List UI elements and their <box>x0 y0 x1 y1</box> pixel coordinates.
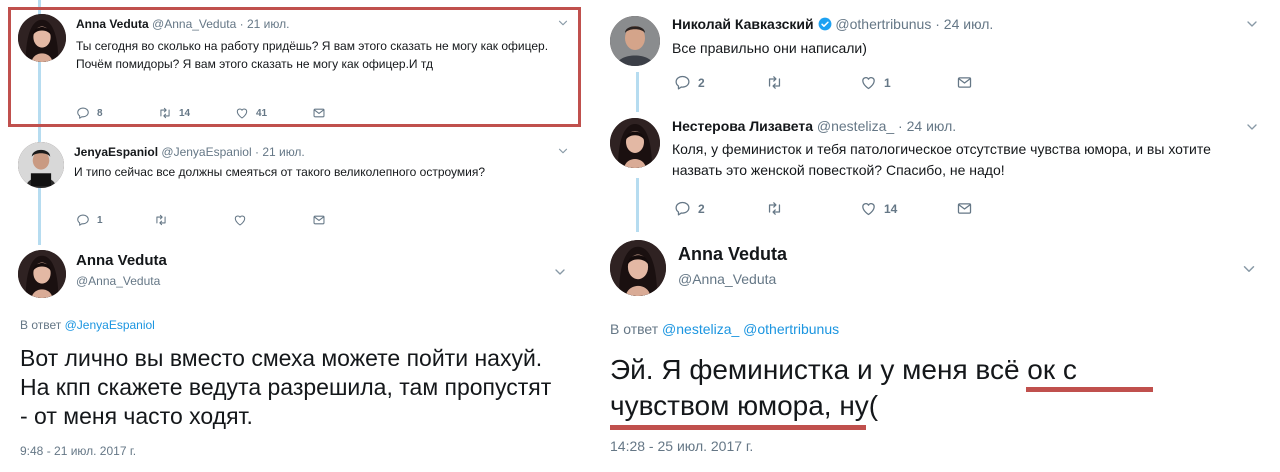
author-name[interactable]: Anna Veduta <box>76 252 167 269</box>
avatar[interactable] <box>610 16 660 66</box>
tweet-text: Все правильно они написали) <box>672 40 867 56</box>
tweet-timestamp[interactable]: 9:48 - 21 июл. 2017 г. <box>20 444 136 458</box>
author-handle[interactable]: @Anna_Veduta <box>76 274 160 288</box>
tweet-time[interactable]: 24 июл. <box>907 118 957 134</box>
avatar-image <box>18 250 66 298</box>
like-icon <box>860 200 877 217</box>
right-screenshot-panel: Николай Кавказский @othertribunus · 24 и… <box>592 0 1280 472</box>
like-icon <box>860 74 877 91</box>
retweet-icon <box>766 74 783 91</box>
main-tweet-anna-veduta: Anna Veduta @Anna_Veduta В ответ @JenyaE… <box>0 240 585 472</box>
red-underline <box>610 425 866 430</box>
like-button[interactable]: 14 <box>860 200 897 217</box>
left-screenshot-panel: Anna Veduta @Anna_Veduta · 21 июл. Ты се… <box>0 0 585 472</box>
retweet-button[interactable] <box>154 213 168 227</box>
tweet-nikolai-kavkazsky[interactable]: Николай Кавказский @othertribunus · 24 и… <box>592 0 1280 108</box>
tweet-header: JenyaEspaniol @JenyaEspaniol · 21 июл. <box>74 145 305 159</box>
author-name[interactable]: Нестерова Лизавета <box>672 118 813 134</box>
chevron-down-icon[interactable] <box>552 264 568 280</box>
tweet-timestamp[interactable]: 14:28 - 25 июл. 2017 г. <box>610 438 753 454</box>
red-underline <box>1026 387 1153 392</box>
dm-button[interactable] <box>956 200 973 217</box>
tweet-text: Коля, у феминисток и тебя патологическое… <box>672 141 1211 178</box>
avatar[interactable] <box>18 250 66 298</box>
dm-icon <box>312 213 326 227</box>
tweet-text-line-2: чувством юмора, ну( <box>610 390 879 421</box>
tweet-jenyaespaniol[interactable]: JenyaEspaniol @JenyaEspaniol · 21 июл. И… <box>0 130 585 240</box>
tweet-text-line-1: Эй. Я феминистка и у меня всё ок с <box>610 354 1077 385</box>
avatar-image <box>610 240 666 296</box>
main-tweet-anna-veduta: Anna Veduta @Anna_Veduta В ответ @nestel… <box>592 232 1280 472</box>
chevron-down-icon[interactable] <box>1244 16 1260 32</box>
dm-icon <box>956 200 973 217</box>
avatar[interactable] <box>610 118 660 168</box>
like-count: 1 <box>884 75 891 90</box>
avatar[interactable] <box>18 142 64 188</box>
reply-icon <box>674 74 691 91</box>
author-name[interactable]: Anna Veduta <box>678 244 787 265</box>
separator-dot: · <box>254 145 259 159</box>
like-icon <box>233 213 247 227</box>
retweet-button[interactable] <box>766 200 783 217</box>
reply-icon <box>674 200 691 217</box>
dm-button[interactable] <box>956 74 973 91</box>
tweet-text: И типо сейчас все должны смеяться от так… <box>74 165 486 179</box>
reply-button[interactable]: 2 <box>674 74 705 91</box>
tweet-time[interactable]: 24 июл. <box>944 16 994 32</box>
reply-count: 2 <box>698 201 705 216</box>
like-button[interactable] <box>233 213 247 227</box>
like-button[interactable]: 1 <box>860 74 891 91</box>
reply-to-line: В ответ @JenyaEspaniol <box>20 318 155 332</box>
tweet-text: Вот лично вы вместо смеха можете пойти н… <box>20 345 552 429</box>
author-handle[interactable]: @othertribunus <box>835 16 931 32</box>
author-handle[interactable]: @nesteliza_ <box>817 118 894 134</box>
author-name[interactable]: Николай Кавказский <box>672 16 814 32</box>
avatar-image <box>610 118 660 168</box>
author-name[interactable]: JenyaEspaniol <box>74 145 158 159</box>
avatar-image <box>610 16 660 66</box>
avatar[interactable] <box>610 240 666 296</box>
tweet-nesterova-lizaveta[interactable]: Нестерова Лизавета @nesteliza_ · 24 июл.… <box>592 108 1280 232</box>
avatar-image <box>18 142 64 188</box>
author-handle[interactable]: @Anna_Veduta <box>678 271 776 287</box>
chevron-down-icon[interactable] <box>1244 119 1260 135</box>
tweet-header: Николай Кавказский @othertribunus · 24 и… <box>672 16 993 32</box>
like-count: 14 <box>884 201 898 216</box>
reply-to-link[interactable]: @JenyaEspaniol <box>65 318 155 332</box>
dm-button[interactable] <box>312 213 326 227</box>
reply-prefix: В ответ <box>20 318 62 332</box>
reply-prefix: В ответ <box>610 321 659 337</box>
reply-to-link[interactable]: @nesteliza_ @othertribunus <box>662 321 839 337</box>
reply-button[interactable]: 1 <box>76 213 103 227</box>
reply-count: 1 <box>97 214 103 226</box>
separator-dot: · <box>935 16 940 32</box>
separator-dot: · <box>898 118 903 134</box>
reply-button[interactable]: 2 <box>674 200 705 217</box>
reply-icon <box>76 213 90 227</box>
author-handle[interactable]: @JenyaEspaniol <box>161 145 251 159</box>
tweet-header: Нестерова Лизавета @nesteliza_ · 24 июл. <box>672 118 956 134</box>
reply-to-line: В ответ @nesteliza_ @othertribunus <box>610 321 839 337</box>
reply-count: 2 <box>698 75 705 90</box>
retweet-icon <box>766 200 783 217</box>
dm-icon <box>956 74 973 91</box>
chevron-down-icon[interactable] <box>1240 260 1258 278</box>
verified-badge-icon <box>818 17 831 31</box>
chevron-down-icon[interactable] <box>556 144 570 158</box>
retweet-icon <box>154 213 168 227</box>
tweet-time[interactable]: 21 июл. <box>262 145 304 159</box>
retweet-button[interactable] <box>766 74 783 91</box>
highlight-box <box>8 7 581 127</box>
